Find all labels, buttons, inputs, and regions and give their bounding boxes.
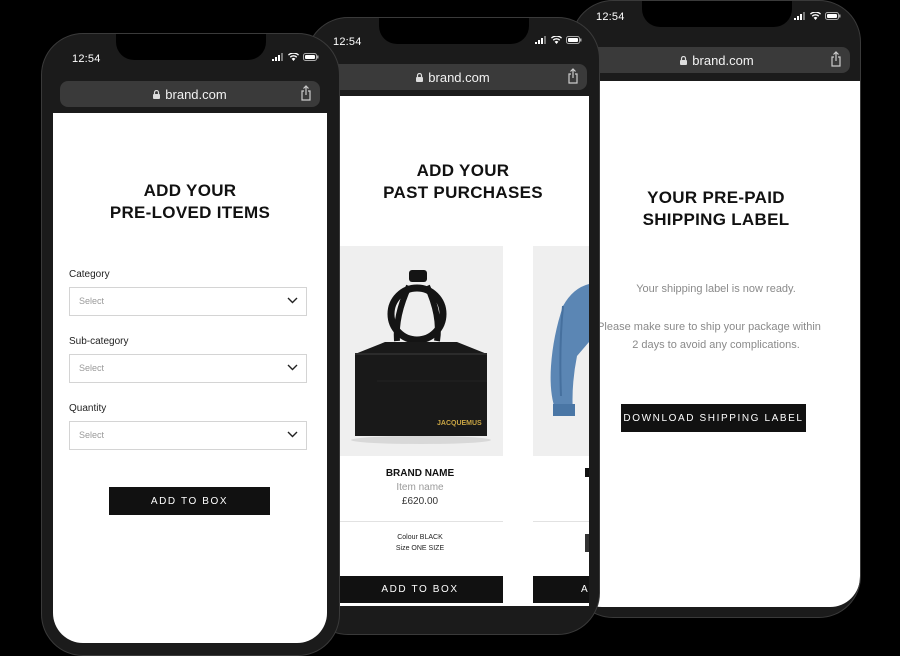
sub-category-placeholder: Select — [79, 363, 105, 373]
product-image[interactable]: JACQUEMUS — [337, 246, 503, 456]
url-text: brand.com — [428, 69, 490, 85]
instructions-text: Please make sure to ship your package wi… — [572, 318, 860, 354]
battery-icon — [303, 53, 319, 61]
category-label: Category — [69, 269, 110, 280]
chevron-down-icon — [287, 364, 298, 371]
category-placeholder: Select — [79, 296, 105, 306]
phone-shipping-label: 12:54 brand.com YOUR PRE-PAID SHIPPING L… — [571, 0, 861, 618]
product-logo: JACQUEMUS — [437, 420, 482, 427]
denim-jacket-image — [533, 246, 589, 456]
status-time: 12:54 — [596, 11, 625, 23]
product-colour: Colour BLACK — [397, 534, 443, 541]
notch — [116, 34, 266, 60]
category-select[interactable]: Select — [69, 287, 307, 316]
battery-icon — [566, 36, 582, 44]
wifi-icon — [288, 53, 299, 61]
signal-icon — [535, 36, 546, 44]
download-label-button[interactable]: DOWNLOAD SHIPPING LABEL — [621, 404, 806, 432]
product-divider — [337, 521, 503, 522]
chevron-down-icon — [287, 297, 298, 304]
title-line-2: PRE-LOVED ITEMS — [109, 203, 271, 222]
status-time: 12:54 — [72, 53, 101, 65]
add-to-box-button[interactable]: ADD TO BOX — [337, 576, 503, 603]
status-icons — [272, 53, 319, 61]
chevron-down-icon — [287, 431, 298, 438]
title-line-1: YOUR PRE-PAID — [647, 188, 785, 207]
notch — [642, 1, 792, 27]
wifi-icon — [551, 36, 562, 44]
page-title: YOUR PRE-PAID SHIPPING LABEL — [572, 187, 860, 231]
share-icon[interactable] — [830, 51, 842, 67]
screen: ADD YOUR PAST PURCHASES JACQUEMUS BRAND … — [337, 96, 589, 606]
share-icon[interactable] — [300, 85, 312, 101]
product-brand: BRAND NAME — [385, 468, 455, 479]
next-button-label: A — [581, 584, 589, 595]
product-brand-next-partial — [585, 468, 589, 477]
product-price: £620.00 — [401, 496, 439, 507]
product-size: Size ONE SIZE — [395, 545, 445, 552]
title-line-2: PAST PURCHASES — [383, 183, 543, 202]
product-colour-next-partial — [585, 534, 589, 552]
product-divider-next — [533, 521, 589, 522]
url-text: brand.com — [692, 52, 754, 68]
lock-icon — [416, 72, 424, 82]
notch — [379, 18, 529, 44]
lock-icon — [153, 89, 161, 99]
screen: YOUR PRE-PAID SHIPPING LABEL Your shippi… — [572, 81, 860, 607]
instructions-line-2: 2 days to avoid any complications. — [632, 339, 800, 351]
screen: ADD YOUR PRE-LOVED ITEMS Category Select… — [53, 113, 327, 643]
sub-category-label: Sub-category — [69, 336, 129, 347]
product-name: Item name — [396, 482, 444, 493]
url-text: brand.com — [165, 86, 227, 102]
title-line-2: SHIPPING LABEL — [642, 210, 790, 229]
quantity-placeholder: Select — [79, 430, 105, 440]
address-bar[interactable]: brand.com — [584, 47, 850, 73]
status-bar: 12:54 — [307, 18, 599, 58]
ready-message: Your shipping label is now ready. — [636, 283, 796, 295]
instructions-line-1: Please make sure to ship your package wi… — [597, 321, 821, 333]
status-bar: 12:54 — [572, 1, 860, 41]
add-to-box-button[interactable]: ADD TO BOX — [109, 487, 270, 515]
page-title: ADD YOUR PRE-LOVED ITEMS — [53, 180, 327, 224]
battery-icon — [825, 12, 841, 20]
sub-category-select[interactable]: Select — [69, 354, 307, 383]
product-image-next[interactable] — [533, 246, 589, 456]
signal-icon — [794, 12, 805, 20]
lock-icon — [680, 55, 688, 65]
signal-icon — [272, 53, 283, 61]
share-icon[interactable] — [567, 68, 579, 84]
page-title: ADD YOUR PAST PURCHASES — [337, 160, 589, 204]
wifi-icon — [810, 12, 821, 20]
status-icons — [794, 12, 841, 20]
add-to-box-button-next[interactable]: A — [533, 576, 589, 603]
status-icons — [535, 36, 582, 44]
title-line-1: ADD YOUR — [143, 181, 237, 200]
address-bar[interactable]: brand.com — [60, 81, 320, 107]
quantity-select[interactable]: Select — [69, 421, 307, 450]
quantity-label: Quantity — [69, 403, 107, 414]
title-line-1: ADD YOUR — [416, 161, 510, 180]
status-bar: 12:54 — [42, 34, 339, 74]
phone-pre-loved-items: 12:54 brand.com ADD YOUR PRE-LOVED ITEMS… — [41, 33, 340, 656]
phone-past-purchases: 12:54 brand.com ADD YOUR PAST PURCHASES — [306, 17, 600, 635]
address-bar[interactable]: brand.com — [319, 64, 587, 90]
